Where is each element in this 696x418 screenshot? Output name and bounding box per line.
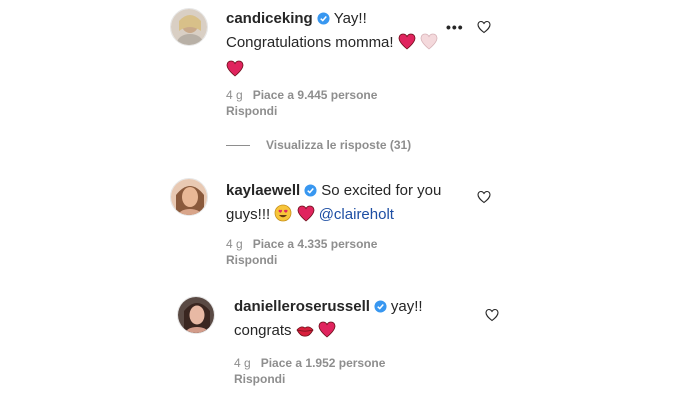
reply-button[interactable]: Rispondi <box>226 252 277 268</box>
verified-badge-icon <box>317 10 330 32</box>
heart-outline-icon[interactable] <box>477 20 491 34</box>
reply-button[interactable]: Rispondi <box>234 371 285 387</box>
comment-meta: 4 g Piace a 4.335 persone <box>226 236 377 252</box>
red-heart-emoji-icon <box>226 60 244 84</box>
heart-eyes-emoji-icon <box>274 204 292 229</box>
avatar-image <box>171 9 207 45</box>
comment-text-line2: guys!!! <box>226 206 271 223</box>
avatar-danielleroserussell[interactable] <box>177 296 215 334</box>
comment-text-line1: Yay!! <box>333 10 367 27</box>
reply-button[interactable]: Rispondi <box>226 103 277 119</box>
comment-text: danielleroserussell yay!! congrats <box>234 296 474 345</box>
likes-count[interactable]: Piace a 4.335 persone <box>253 237 378 251</box>
comment-age[interactable]: 4 g <box>226 88 243 102</box>
comment-kaylaewell: kaylaewell So excited for you guys!!! @cl… <box>0 170 696 280</box>
comment-danielleroserussell: danielleroserussell yay!! congrats 4 g Pia… <box>0 290 696 400</box>
view-replies-label: Visualizza le risposte (31) <box>266 138 412 152</box>
mention-link[interactable]: @claireholt <box>319 206 394 223</box>
red-heart-emoji-icon <box>318 321 336 345</box>
likes-count[interactable]: Piace a 1.952 persone <box>261 356 386 370</box>
white-heart-emoji-icon <box>420 33 438 57</box>
comment-candiceking: candiceking Yay!! Congratulations momma! … <box>0 0 696 160</box>
red-heart-emoji-icon <box>297 205 315 229</box>
avatar-kaylaewell[interactable] <box>170 178 208 216</box>
heart-outline-icon[interactable] <box>485 308 499 322</box>
comment-age[interactable]: 4 g <box>226 237 243 251</box>
comment-text-line1: yay!! <box>390 298 423 315</box>
comment-text: candiceking Yay!! Congratulations momma! <box>226 8 456 84</box>
avatar-image <box>171 179 207 215</box>
lips-emoji-icon <box>296 323 314 345</box>
username[interactable]: kaylaewell <box>226 182 300 199</box>
divider-line <box>226 145 250 147</box>
red-heart-emoji-icon <box>398 33 416 57</box>
view-replies-button[interactable]: Visualizza le risposte (31) <box>226 137 411 153</box>
comment-text-line1: So excited for you <box>321 182 442 199</box>
comment-text-line2: congrats <box>234 322 292 339</box>
verified-badge-icon <box>374 298 387 320</box>
username[interactable]: candiceking <box>226 10 313 27</box>
avatar-candiceking[interactable] <box>170 8 208 46</box>
avatar-image <box>178 297 214 333</box>
heart-outline-icon[interactable] <box>477 190 491 204</box>
verified-badge-icon <box>304 182 317 204</box>
comment-text-line2: Congratulations momma! <box>226 34 394 51</box>
comment-age[interactable]: 4 g <box>234 356 251 370</box>
username[interactable]: danielleroserussell <box>234 298 370 315</box>
comment-meta: 4 g Piace a 9.445 persone <box>226 87 377 103</box>
likes-count[interactable]: Piace a 9.445 persone <box>253 88 378 102</box>
comment-text: kaylaewell So excited for you guys!!! @cl… <box>226 180 466 229</box>
comment-meta: 4 g Piace a 1.952 persone <box>234 355 385 371</box>
more-options-icon[interactable]: ••• <box>446 20 464 34</box>
